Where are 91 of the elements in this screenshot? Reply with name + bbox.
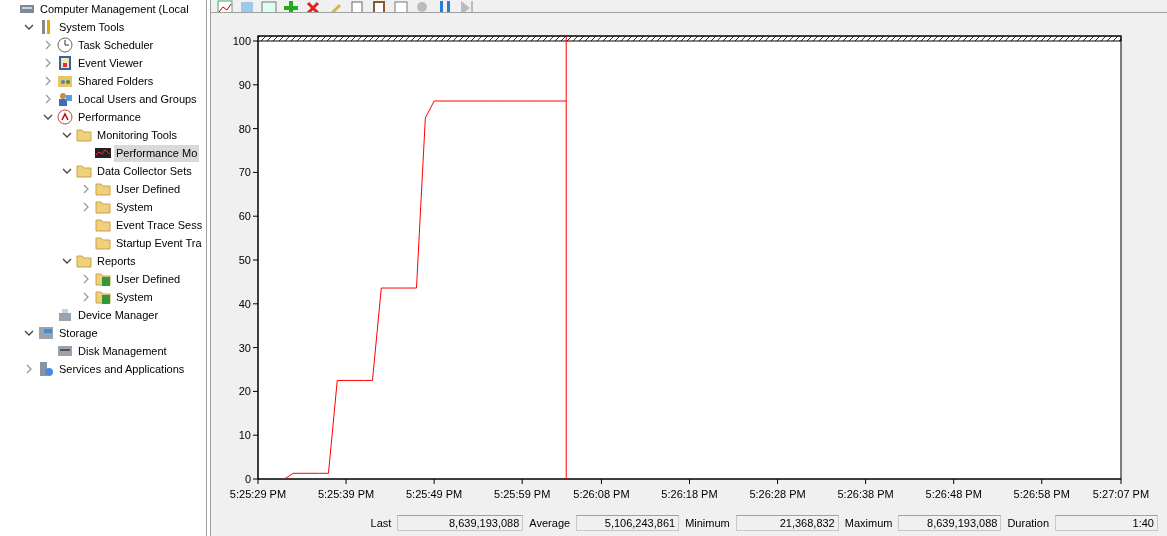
folder-icon bbox=[76, 253, 92, 269]
y-tick-label: 40 bbox=[238, 297, 251, 310]
expanded-chevron-icon[interactable] bbox=[62, 256, 72, 266]
y-tick-label: 50 bbox=[238, 254, 251, 266]
folder-icon bbox=[95, 181, 111, 197]
folder-icon bbox=[76, 127, 92, 143]
expanded-chevron-icon[interactable] bbox=[24, 328, 34, 338]
tree-item[interactable]: Shared Folders bbox=[76, 72, 156, 90]
folder-icon bbox=[95, 217, 111, 233]
y-tick-label: 0 bbox=[244, 473, 251, 485]
y-tick-label: 80 bbox=[238, 122, 251, 135]
y-tick-label: 100 bbox=[232, 35, 251, 47]
collapsed-chevron-icon[interactable] bbox=[81, 292, 91, 302]
x-tick-label: 5:25:39 PM bbox=[317, 488, 375, 500]
users-icon bbox=[57, 91, 73, 107]
collapsed-chevron-icon[interactable] bbox=[24, 364, 34, 374]
stat-label: Maximum bbox=[844, 517, 893, 529]
collapsed-chevron-icon[interactable] bbox=[81, 202, 91, 212]
tree-item[interactable]: Device Manager bbox=[76, 306, 161, 324]
x-tick-label: 5:26:48 PM bbox=[925, 488, 982, 500]
services-icon bbox=[38, 361, 54, 377]
tree-item[interactable]: Storage bbox=[57, 324, 100, 342]
y-tick-label: 20 bbox=[238, 385, 251, 398]
gauge-icon bbox=[57, 109, 73, 125]
x-tick-label: 5:25:49 PM bbox=[406, 488, 463, 500]
collapsed-chevron-icon[interactable] bbox=[43, 94, 53, 104]
tree-item[interactable]: Computer Management (Local bbox=[38, 0, 191, 18]
monitor-icon bbox=[95, 145, 111, 161]
stat-label: Duration bbox=[1007, 517, 1049, 529]
collapsed-chevron-icon[interactable] bbox=[43, 58, 53, 68]
folder-icon bbox=[76, 163, 92, 179]
stat-value: 1:40 bbox=[1055, 515, 1158, 531]
folder-icon bbox=[95, 199, 111, 215]
y-tick-label: 30 bbox=[238, 341, 251, 354]
tree-item[interactable]: Disk Management bbox=[76, 342, 169, 360]
x-tick-label: 5:26:28 PM bbox=[749, 488, 806, 500]
log-icon bbox=[57, 55, 73, 71]
y-tick-label: 70 bbox=[238, 166, 251, 179]
y-tick-label: 10 bbox=[238, 429, 251, 442]
folder-icon bbox=[95, 271, 111, 287]
x-tick-label: 5:26:58 PM bbox=[1013, 488, 1070, 500]
share-icon bbox=[57, 73, 73, 89]
x-tick-label: 5:26:38 PM bbox=[837, 488, 894, 500]
folder-icon bbox=[95, 289, 111, 305]
tree-item[interactable]: Performance bbox=[76, 108, 143, 126]
stat-value: 21,368,832 bbox=[735, 515, 839, 531]
tree-item[interactable]: Startup Event Tra bbox=[114, 234, 204, 252]
y-tick-label: 60 bbox=[238, 210, 251, 223]
x-tick-label: 5:25:29 PM bbox=[229, 488, 287, 500]
folder-icon bbox=[95, 235, 111, 251]
tree-item[interactable]: Event Viewer bbox=[76, 54, 145, 72]
stat-label: Average bbox=[529, 517, 571, 529]
tree-item[interactable]: Local Users and Groups bbox=[76, 90, 199, 108]
expanded-chevron-icon[interactable] bbox=[24, 22, 34, 32]
storage-icon bbox=[38, 325, 54, 341]
tree-item[interactable]: Monitoring Tools bbox=[95, 126, 179, 144]
expanded-chevron-icon[interactable] bbox=[62, 166, 72, 176]
tree-item[interactable]: Data Collector Sets bbox=[95, 162, 194, 180]
device-icon bbox=[57, 307, 73, 323]
chart-icon[interactable] bbox=[217, 0, 233, 12]
plus-icon[interactable] bbox=[283, 0, 299, 12]
collapsed-chevron-icon[interactable] bbox=[81, 274, 91, 284]
clock-icon bbox=[57, 37, 73, 53]
tree-item[interactable]: Services and Applications bbox=[57, 360, 187, 378]
tree-item[interactable]: Performance Mo bbox=[114, 144, 200, 162]
x-tick-label: 5:27:07 PM bbox=[1092, 488, 1150, 500]
collapsed-chevron-icon[interactable] bbox=[81, 184, 91, 194]
delete-icon[interactable] bbox=[305, 0, 321, 12]
tree-item[interactable]: Event Trace Sess bbox=[114, 216, 205, 234]
step-icon[interactable] bbox=[459, 0, 475, 12]
expanded-chevron-icon[interactable] bbox=[62, 130, 72, 140]
x-tick-label: 5:25:59 PM bbox=[494, 488, 551, 500]
tree-item[interactable]: User Defined bbox=[114, 180, 183, 198]
tree-item[interactable]: Reports bbox=[95, 252, 138, 270]
pause-icon[interactable] bbox=[437, 0, 453, 12]
tree-item[interactable]: System bbox=[114, 198, 155, 216]
y-tick-label: 90 bbox=[238, 78, 251, 91]
tree-item[interactable]: Task Scheduler bbox=[76, 36, 156, 54]
x-tick-label: 5:26:18 PM bbox=[661, 488, 718, 500]
collapsed-chevron-icon[interactable] bbox=[43, 40, 53, 50]
stat-value: 8,639,193,088 bbox=[898, 515, 1002, 531]
stat-label: Last bbox=[370, 517, 392, 529]
stat-value: 8,639,193,088 bbox=[397, 515, 524, 531]
x-tick-label: 5:26:08 PM bbox=[573, 488, 630, 500]
stat-value: 5,106,243,861 bbox=[576, 515, 680, 531]
tree-item[interactable]: System Tools bbox=[57, 18, 127, 36]
collapsed-chevron-icon[interactable] bbox=[43, 76, 53, 86]
tree-item[interactable]: System bbox=[114, 288, 155, 306]
tree-item[interactable]: User Defined bbox=[114, 270, 183, 288]
expanded-chevron-icon[interactable] bbox=[43, 112, 53, 122]
stat-label: Minimum bbox=[685, 517, 730, 529]
